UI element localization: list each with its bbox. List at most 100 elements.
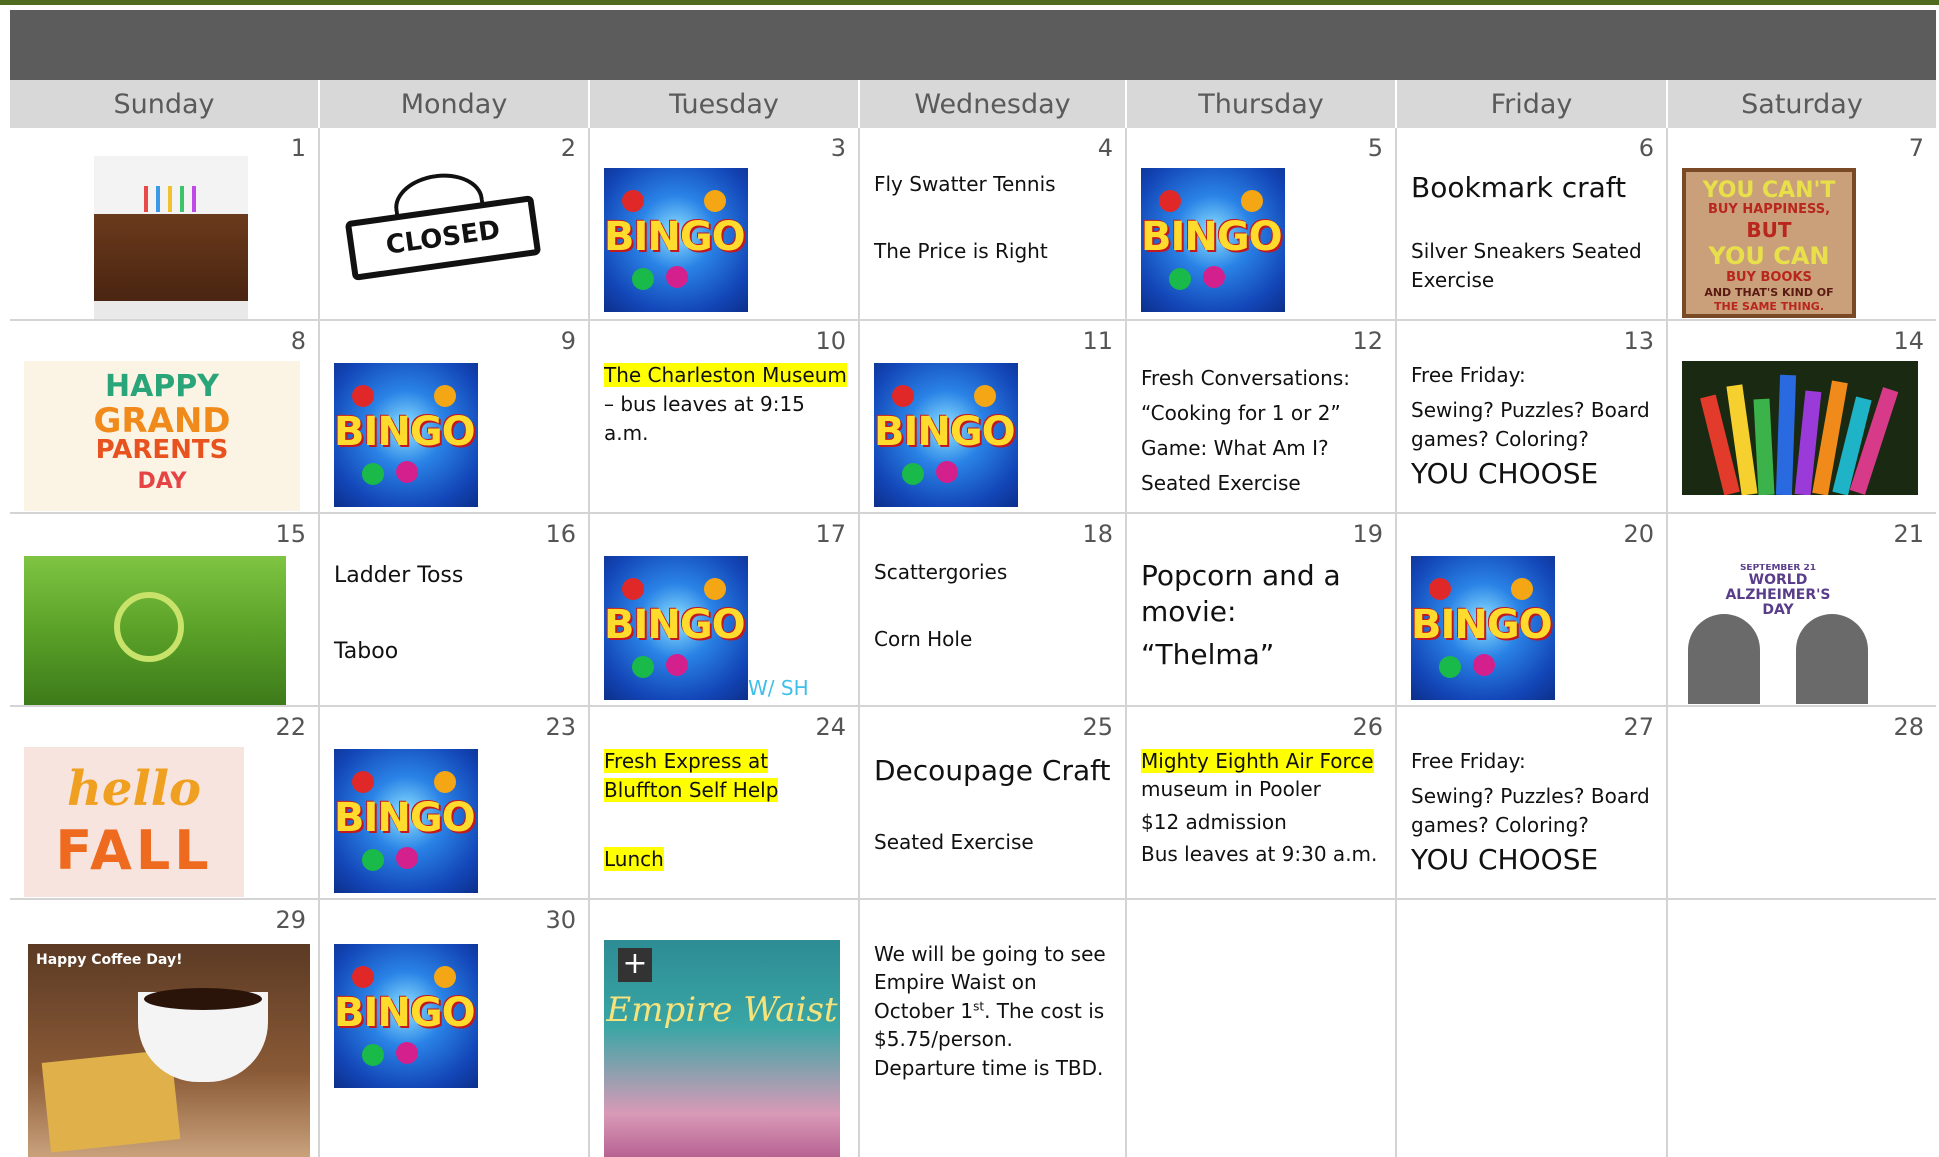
- bingo-text: BINGO!: [334, 990, 478, 1036]
- add-icon[interactable]: +: [618, 948, 652, 982]
- date-number: 3: [830, 134, 846, 162]
- date-number: 18: [1082, 520, 1113, 548]
- event-text: The Charleston Museum – bus leaves at 9:…: [604, 361, 850, 448]
- date-number: 4: [1097, 134, 1113, 162]
- date-number: 8: [290, 327, 306, 355]
- weekday-tuesday: Tuesday: [590, 80, 860, 128]
- event-line: Popcorn and a movie:: [1141, 559, 1341, 629]
- event-text: Fly Swatter Tennis The Price is Right: [874, 170, 1114, 266]
- event-line: Ladder Toss: [334, 563, 464, 588]
- books-quote-image: YOU CAN'T BUY HAPPINESS, BUT YOU CAN BUY…: [1682, 168, 1856, 318]
- day-cell-14: 14: [1668, 321, 1936, 514]
- date-number: 2: [560, 134, 576, 162]
- day-cell-13: 13 Free Friday: Sewing? Puzzles? Board g…: [1397, 321, 1668, 514]
- weekday-monday: Monday: [320, 80, 590, 128]
- bingo-text: BINGO!: [334, 409, 478, 455]
- poster-title: Empire Waist: [606, 990, 838, 1030]
- day-cell-30: 30 BINGO!: [320, 900, 590, 1157]
- weekday-friday: Friday: [1397, 80, 1668, 128]
- date-number: 30: [545, 906, 576, 934]
- date-number: 16: [545, 520, 576, 548]
- event-line: Scattergories: [874, 560, 1008, 584]
- silhouette-icon: [1688, 614, 1760, 704]
- closed-sign-text: CLOSED: [344, 195, 542, 281]
- day-cell-2: 2 CLOSED: [320, 128, 590, 321]
- date-number: 29: [275, 906, 306, 934]
- bingo-text: BINGO!: [1141, 214, 1285, 260]
- event-line: “Thelma”: [1141, 637, 1275, 671]
- bingo-image: BINGO!: [604, 556, 748, 700]
- event-text: Scattergories Corn Hole: [874, 558, 1114, 654]
- day-cell-empire-note: We will be going to see Empire Waist on …: [860, 900, 1127, 1157]
- day-cell-4: 4 Fly Swatter Tennis The Price is Right: [860, 128, 1127, 321]
- date-number: 15: [275, 520, 306, 548]
- date-number: 7: [1908, 134, 1924, 162]
- day-cell-12: 12 Fresh Conversations: “Cooking for 1 o…: [1127, 321, 1397, 514]
- highlighted-event: The Charleston Museum: [604, 363, 847, 387]
- day-cell-18: 18 Scattergories Corn Hole: [860, 514, 1127, 707]
- event-line: Seated Exercise: [1141, 471, 1301, 495]
- empire-waist-poster-image: + Empire Waist: [604, 940, 840, 1157]
- event-text: Free Friday: Sewing? Puzzles? Board game…: [1411, 747, 1661, 881]
- bingo-image: BINGO!: [874, 363, 1018, 507]
- date-number: 11: [1082, 327, 1113, 355]
- day-cell-26: 26 Mighty Eighth Air Force museum in Poo…: [1127, 707, 1397, 900]
- date-number: 22: [275, 713, 306, 741]
- event-line: Bus leaves at 9:30 a.m.: [1141, 842, 1378, 867]
- date-number: 25: [1082, 713, 1113, 741]
- event-text: Decoupage Craft Seated Exercise: [874, 751, 1124, 857]
- day-cell-empty: [1668, 900, 1936, 1157]
- bingo-image: BINGO!: [334, 944, 478, 1088]
- day-cell-8: 8 HAPPY GRAND PARENTS DAY: [10, 321, 320, 514]
- day-cell-7: 7 YOU CAN'T BUY HAPPINESS, BUT YOU CAN B…: [1668, 128, 1936, 321]
- event-text: Fresh Express at Bluffton Self Help Lunc…: [604, 747, 804, 874]
- event-line: Decoupage Craft: [874, 754, 1111, 787]
- day-cell-25: 25 Decoupage Craft Seated Exercise: [860, 707, 1127, 900]
- event-line: Silver Sneakers Seated Exercise: [1411, 238, 1642, 292]
- day-cell-empire-poster: + Empire Waist: [590, 900, 860, 1157]
- event-line: Game: What Am I?: [1141, 436, 1329, 460]
- date-number: 27: [1623, 713, 1654, 741]
- event-line: Free Friday:: [1411, 749, 1526, 773]
- day-cell-5: 5 BINGO!: [1127, 128, 1397, 321]
- event-text: We will be going to see Empire Waist on …: [874, 942, 1106, 1080]
- date-number: 26: [1352, 713, 1383, 741]
- bingo-text: BINGO!: [874, 409, 1018, 455]
- day-cell-10: 10 The Charleston Museum – bus leaves at…: [590, 321, 860, 514]
- crayons-image: [1682, 361, 1918, 495]
- date-number: 5: [1367, 134, 1383, 162]
- event-line: YOU CHOOSE: [1411, 457, 1599, 490]
- event-detail: – bus leaves at 9:15 a.m.: [604, 392, 805, 445]
- event-text: Bookmark craft Silver Sneakers Seated Ex…: [1411, 168, 1655, 295]
- day-cell-27: 27 Free Friday: Sewing? Puzzles? Board g…: [1397, 707, 1668, 900]
- coffee-day-image: Happy Coffee Day!: [28, 944, 310, 1157]
- day-cell-29: 29 Happy Coffee Day!: [10, 900, 320, 1157]
- bingo-text: BINGO!: [604, 602, 748, 648]
- date-number: 20: [1623, 520, 1654, 548]
- silhouette-icon: [1796, 614, 1868, 704]
- day-cell-16: 16 Ladder Toss Taboo: [320, 514, 590, 707]
- peace-icon: [114, 592, 184, 662]
- grandparents-day-image: HAPPY GRAND PARENTS DAY: [24, 361, 300, 511]
- with-sh-note: W/ SH: [748, 676, 809, 700]
- date-number: 17: [815, 520, 846, 548]
- event-line: Taboo: [334, 638, 399, 664]
- event-line: YOU CHOOSE: [1411, 843, 1599, 876]
- date-number: 12: [1352, 327, 1383, 355]
- highlighted-event: Fresh Express at Bluffton Self Help: [604, 749, 779, 802]
- bingo-image: BINGO!: [334, 363, 478, 507]
- date-number: 10: [815, 327, 846, 355]
- date-number: 1: [290, 134, 306, 162]
- event-line: “Cooking for 1 or 2”: [1141, 401, 1341, 425]
- day-cell-1: 1: [10, 128, 320, 321]
- day-cell-17: 17 BINGO! W/ SH: [590, 514, 860, 707]
- calendar-banner: [10, 10, 1936, 80]
- date-number: 23: [545, 713, 576, 741]
- date-number: 21: [1893, 520, 1924, 548]
- weekday-wednesday: Wednesday: [860, 80, 1127, 128]
- date-number: 19: [1352, 520, 1383, 548]
- day-cell-9: 9 BINGO!: [320, 321, 590, 514]
- day-cell-empty: [1127, 900, 1397, 1157]
- event-line: Fly Swatter Tennis: [874, 172, 1056, 196]
- event-line: Bookmark craft: [1411, 171, 1627, 204]
